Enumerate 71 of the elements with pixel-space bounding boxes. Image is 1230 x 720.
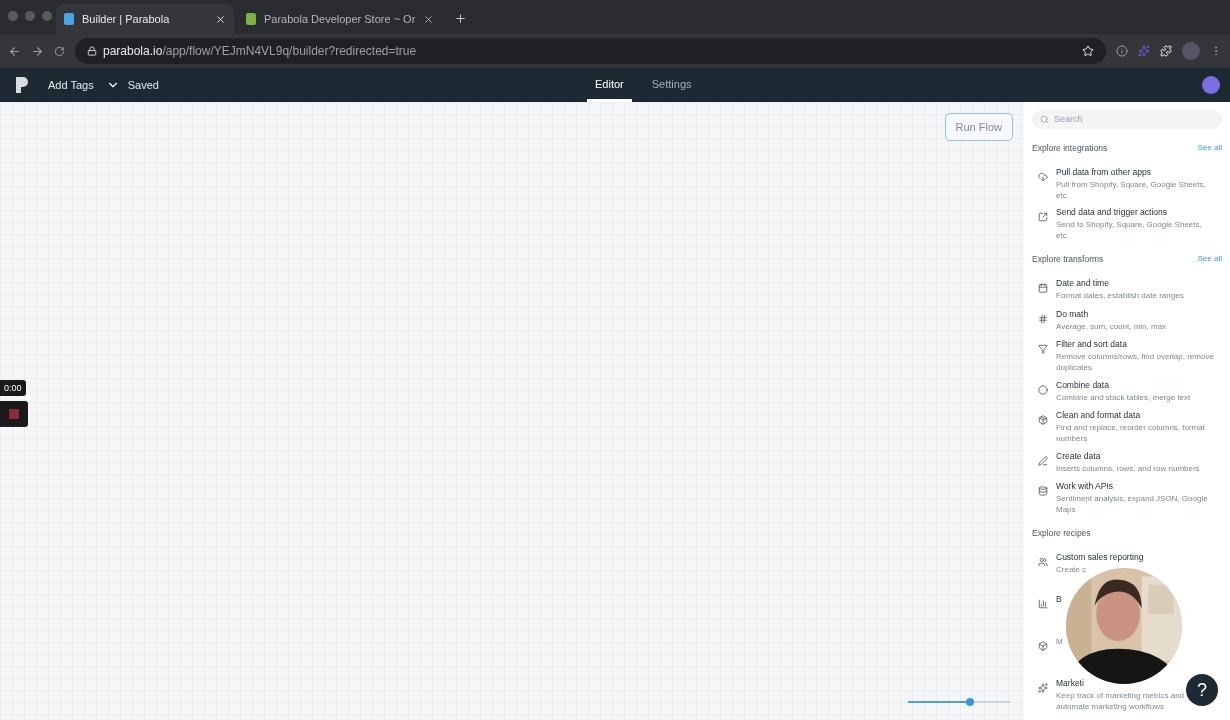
browser-tab[interactable]: Builder | Parabola [56, 4, 234, 34]
item-title[interactable]: Custom sales reporting [1056, 552, 1144, 562]
address-bar[interactable]: parabola.io/app/flow/YEJmN4VL9q/builder?redirected=true [75, 38, 1106, 64]
item-title[interactable]: Pull data from other apps [1056, 166, 1151, 177]
section-title: Explore transforms [1032, 254, 1104, 265]
combine-icon [1038, 384, 1048, 395]
chart-icon [1038, 599, 1048, 609]
item-description: Average, sum, count, min, max [1056, 320, 1167, 332]
close-icon[interactable] [215, 13, 226, 25]
forward-icon[interactable] [31, 44, 44, 58]
url-text: parabola.io/app/flow/YEJmN4VL9q/builder?redirected=true [103, 44, 417, 58]
info-icon[interactable] [1116, 45, 1128, 57]
box-icon [1038, 641, 1048, 651]
star-icon[interactable] [1082, 45, 1094, 57]
sparkle-icon [1038, 683, 1048, 693]
item-description: Create c [1056, 564, 1087, 575]
section-title: Explore recipes [1032, 528, 1091, 538]
item-description: Sentiment analysis, expand JSON, Google Maps [1056, 493, 1209, 516]
section-title: Explore integrations [1032, 142, 1108, 153]
item-description: Find and replace, reorder columns, format numbers [1056, 422, 1206, 445]
user-avatar[interactable] [1202, 76, 1220, 94]
pencil-icon [1038, 455, 1048, 466]
new-tab-icon[interactable] [454, 12, 468, 25]
slider-thumb[interactable] [966, 698, 975, 706]
item-title[interactable]: Work with APIs [1056, 481, 1113, 492]
calendar-icon [1038, 283, 1048, 294]
flow-canvas[interactable]: Run Flow 0:00 [0, 102, 1024, 720]
window-close-control[interactable] [8, 11, 18, 21]
external-icon [1038, 212, 1048, 223]
save-status: Saved [127, 79, 159, 91]
search-input[interactable]: Search [1054, 114, 1194, 125]
search-field[interactable]: Search [1032, 110, 1222, 129]
reload-icon[interactable] [54, 45, 65, 57]
item-description: Send to Shopify, Square, Google Sheets, etc. [1056, 219, 1203, 242]
search-icon [1040, 114, 1049, 124]
editor-tab[interactable]: Settings [643, 68, 700, 102]
item-title[interactable]: Filter and sort data [1056, 338, 1127, 349]
item-description: Combine and stack tables, merge text [1056, 391, 1191, 403]
item-description: Keep track of marketing metrics and automate marketing workflows [1056, 690, 1186, 712]
close-icon[interactable] [423, 13, 435, 25]
item-title[interactable]: Do math [1056, 308, 1089, 319]
window-zoom-control[interactable] [42, 11, 52, 21]
item-description: Format dates, establish date ranges [1056, 290, 1184, 302]
cloud-icon [1038, 171, 1048, 182]
item-description: Pull from Shopify, Square, Google Sheets, etc. [1056, 178, 1207, 201]
item-title[interactable]: Marketi [1056, 678, 1084, 688]
puzzle-icon[interactable] [1160, 45, 1172, 57]
item-description: Inserts columns, rows, and row numbers [1056, 462, 1200, 474]
people-icon [1038, 557, 1048, 567]
zoom-slider[interactable] [908, 698, 1010, 706]
hash-icon [1038, 313, 1048, 324]
logo-icon [64, 13, 74, 25]
add-tags-button[interactable]: Add Tags [48, 79, 94, 91]
item-title[interactable]: B [1056, 594, 1062, 604]
filter-icon [1038, 343, 1048, 354]
item-title[interactable]: Send data and trigger actions [1056, 207, 1168, 218]
item-title[interactable]: Create data [1056, 450, 1101, 461]
item-title[interactable]: Clean and format data [1056, 410, 1141, 421]
stop-button[interactable] [0, 401, 28, 427]
item-description: M [1056, 636, 1063, 647]
item-title[interactable]: Date and time [1056, 278, 1109, 289]
item-description: Remove columns/rows, find overlap, remove duplicates [1056, 350, 1214, 373]
logo-icon[interactable] [14, 76, 30, 94]
browser-tab[interactable]: Parabola Developer Store ~ Or [238, 4, 443, 34]
lock-icon [87, 46, 97, 56]
back-icon[interactable] [8, 44, 21, 58]
database-icon [1038, 486, 1048, 497]
extension-icon[interactable] [1138, 45, 1150, 57]
window-minimize-control[interactable] [25, 11, 35, 21]
item-title[interactable]: Combine data [1056, 379, 1109, 390]
recording-timer: 0:00 [0, 380, 26, 396]
